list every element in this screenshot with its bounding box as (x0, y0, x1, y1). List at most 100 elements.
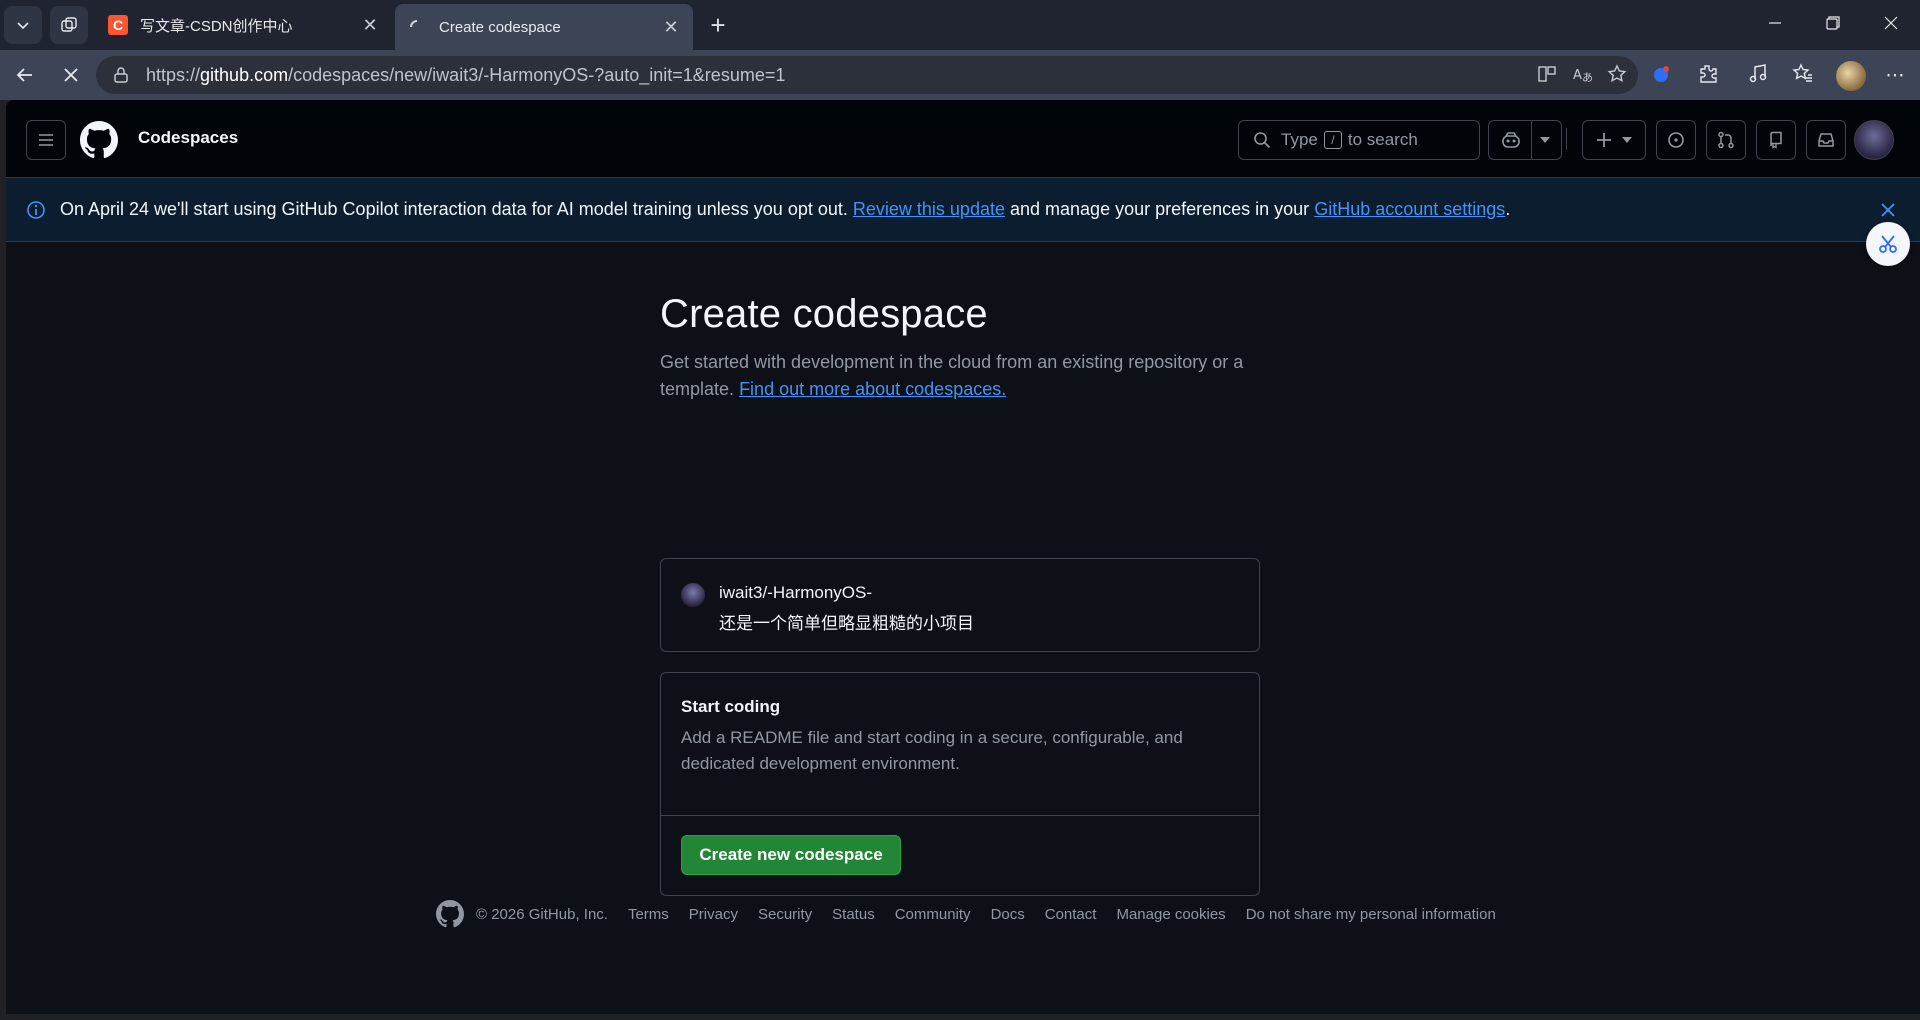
menu-button[interactable] (26, 120, 66, 160)
svg-text:あ: あ (1582, 71, 1593, 84)
issues-button[interactable] (1656, 120, 1696, 160)
search-placeholder-suffix: to search (1347, 130, 1418, 149)
footer-link-contact[interactable]: Contact (1045, 906, 1097, 923)
issue-opened-icon (1668, 132, 1684, 148)
new-tab-button[interactable]: + (700, 10, 736, 42)
repo-owner-avatar (681, 583, 705, 607)
restore-button[interactable] (1804, 0, 1862, 46)
workspaces-button[interactable] (50, 6, 88, 44)
footer-link-docs[interactable]: Docs (991, 906, 1025, 923)
hamburger-menu-icon (39, 134, 53, 146)
restore-icon (1826, 16, 1840, 30)
account-settings-link[interactable]: GitHub account settings (1314, 199, 1505, 220)
start-coding-title: Start coding (681, 697, 781, 716)
header-divider (1566, 128, 1567, 150)
footer-link-security[interactable]: Security (758, 906, 812, 923)
start-coding-card: Start coding Add a README file and start… (660, 672, 1260, 896)
chevron-down-icon (17, 22, 29, 30)
footer-link-manage-cookies[interactable]: Manage cookies (1116, 906, 1225, 923)
minimize-icon (1769, 22, 1781, 24)
banner-text: . (1505, 199, 1511, 219)
tab-csdn[interactable]: C 写文章-CSDN创作中心 ✕ (96, 6, 392, 44)
scissors-icon (1879, 235, 1897, 253)
github-header: Codespaces Type / to search (6, 100, 1920, 178)
github-logo-icon[interactable] (436, 900, 464, 928)
loading-spinner-icon (407, 17, 427, 37)
footer: © 2026 GitHub, Inc. Terms Privacy Securi… (436, 898, 1516, 930)
extension-copilot-icon[interactable] (1650, 63, 1676, 89)
copilot-notice-banner: On April 24 we'll start using GitHub Cop… (6, 178, 1920, 242)
star-favorite-icon[interactable] (1607, 64, 1629, 86)
browser-profile-avatar[interactable] (1836, 61, 1866, 91)
footer-link-terms[interactable]: Terms (628, 906, 669, 923)
learn-more-link[interactable]: Find out more about codespaces. (739, 379, 1006, 399)
review-update-link[interactable]: Review this update (853, 199, 1005, 220)
screenshot-tool-button[interactable] (1866, 222, 1910, 266)
create-new-button[interactable] (1582, 120, 1646, 160)
search-input[interactable]: Type / to search (1238, 120, 1480, 160)
translate-icon[interactable]: Aあ (1572, 64, 1594, 86)
inbox-icon (1818, 133, 1834, 147)
footer-link-do-not-share[interactable]: Do not share my personal information (1246, 906, 1496, 923)
inbox-button[interactable] (1806, 120, 1846, 160)
minimize-button[interactable] (1746, 0, 1804, 46)
git-pull-request-icon (1718, 131, 1734, 149)
page-subtitle: Get started with development in the clou… (660, 352, 1244, 399)
close-tab-icon[interactable]: ✕ (661, 17, 681, 38)
repo-description: 还是一个简单但略显粗糙的小项目 (719, 614, 974, 634)
copilot-button[interactable] (1488, 120, 1562, 160)
workspaces-icon (61, 17, 77, 32)
chevron-down-icon (1622, 137, 1632, 143)
favorites-icon[interactable] (1792, 63, 1818, 89)
create-new-codespace-button[interactable]: Create new codespace (681, 835, 901, 875)
close-icon (64, 68, 78, 82)
tab-create-codespace[interactable]: Create codespace ✕ (395, 4, 693, 50)
close-tab-icon[interactable]: ✕ (360, 15, 380, 36)
close-icon (1884, 16, 1898, 30)
stop-loading-button[interactable] (54, 58, 88, 92)
footer-link-status[interactable]: Status (832, 906, 875, 923)
address-bar[interactable]: https://github.com/codespaces/new/iwait3… (96, 56, 1638, 94)
search-icon (1254, 132, 1271, 149)
web-page: Codespaces Type / to search On April 24 … (6, 100, 1920, 1014)
card-divider (661, 815, 1259, 816)
extensions-icon[interactable] (1697, 63, 1723, 89)
user-avatar[interactable] (1854, 120, 1894, 160)
copilot-icon (1501, 132, 1520, 148)
info-icon (27, 200, 45, 219)
browser-tab-strip: C 写文章-CSDN创作中心 ✕ Create codespace ✕ + (0, 0, 1920, 50)
more-menu-icon[interactable]: ⋯ (1882, 63, 1908, 89)
repo-name: iwait3/-HarmonyOS- (719, 583, 873, 602)
repo-icon (1770, 131, 1782, 149)
site-info-icon[interactable] (112, 66, 130, 84)
repositories-button[interactable] (1756, 120, 1796, 160)
footer-link-privacy[interactable]: Privacy (689, 906, 738, 923)
banner-text: On April 24 we'll start using GitHub Cop… (60, 199, 848, 219)
banner-text: and manage your preferences in your (1010, 199, 1310, 219)
footer-copyright: © 2026 GitHub, Inc. (476, 905, 608, 923)
close-window-button[interactable] (1862, 0, 1920, 46)
tab-actions-button[interactable] (4, 6, 42, 44)
search-placeholder-prefix: Type (1281, 130, 1318, 149)
footer-link-community[interactable]: Community (895, 906, 971, 923)
dismiss-banner-button[interactable] (1876, 198, 1900, 222)
media-playback-icon[interactable] (1748, 63, 1774, 89)
plus-icon (1597, 133, 1611, 147)
search-shortcut-key: / (1323, 131, 1342, 149)
context-title[interactable]: Codespaces (138, 128, 238, 148)
create-codespace-main: Create codespace Get started with develo… (660, 292, 1260, 896)
page-title: Create codespace (660, 292, 988, 336)
start-coding-description: Add a README file and start coding in a … (681, 728, 1183, 773)
csdn-favicon-icon: C (108, 15, 128, 35)
close-icon (1881, 203, 1895, 217)
repository-card: iwait3/-HarmonyOS- 还是一个简单但略显粗糙的小项目 (660, 558, 1260, 652)
immersive-reader-icon[interactable] (1537, 64, 1559, 86)
tab-title: Create codespace (439, 18, 561, 36)
back-button[interactable] (8, 58, 42, 92)
pull-requests-button[interactable] (1706, 120, 1746, 160)
browser-toolbar: https://github.com/codespaces/new/iwait3… (0, 50, 1920, 100)
arrow-left-icon (16, 68, 32, 82)
github-logo-icon[interactable] (80, 121, 118, 159)
chevron-down-icon (1539, 137, 1550, 143)
url-text: https://github.com/codespaces/new/iwait3… (146, 64, 786, 85)
